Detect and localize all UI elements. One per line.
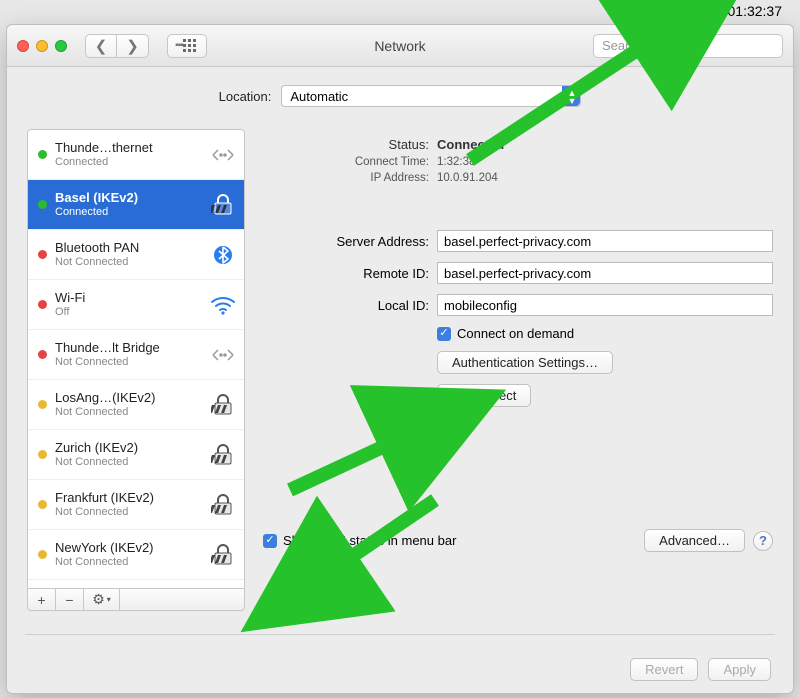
status-dot-icon [38,250,47,259]
chevron-right-icon: ❯ [126,37,139,55]
lock-icon [210,444,236,466]
lock-icon [210,394,236,416]
lock-icon [210,494,236,516]
ip-address-value: 10.0.91.204 [437,172,498,184]
help-button[interactable]: ? [753,531,773,551]
wifi-icon [210,294,236,316]
status-dot-icon [38,150,47,159]
status-dot-icon [38,200,47,209]
vpn-timer: 01:32:37 [728,3,783,19]
disconnect-button[interactable]: Disconnect [437,384,531,407]
interface-name: Thunde…thernet [55,140,202,156]
server-address-input[interactable] [437,230,773,252]
interface-status: Connected [55,156,202,170]
status-value: Connected [437,137,504,152]
sidebar-item[interactable]: Frankfurt (IKEv2)Not Connected [28,480,244,530]
connect-on-demand-label: Connect on demand [457,326,574,341]
status-dot-icon [38,550,47,559]
sidebar-item[interactable]: Thunde…lt BridgeNot Connected [28,330,244,380]
add-interface-button[interactable]: + [28,589,56,610]
chevron-left-icon: ❮ [95,37,108,55]
ip-address-label: IP Address: [259,172,429,184]
sidebar-item[interactable]: NewYork (IKEv2)Not Connected [28,530,244,580]
interfaces-sidebar: Thunde…thernetConnectedBasel (IKEv2)Conn… [27,129,245,589]
interface-status: Not Connected [55,556,202,570]
close-button[interactable] [17,40,29,52]
location-value: Automatic [290,89,348,104]
interface-status: Not Connected [55,356,202,370]
remote-id-label: Remote ID: [259,266,429,281]
interface-status: Not Connected [55,256,202,270]
location-select[interactable]: Automatic ▲▼ [281,85,581,107]
advanced-button[interactable]: Advanced… [644,529,745,552]
search-input[interactable]: Search [593,34,783,58]
sidebar-item[interactable]: Zurich (IKEv2)Not Connected [28,430,244,480]
sidebar-item[interactable]: Bluetooth PANNot Connected [28,230,244,280]
forward-button[interactable]: ❯ [117,34,149,58]
interface-name: Wi-Fi [55,290,202,306]
window-controls [17,40,67,52]
interface-status: Connected [55,206,202,220]
status-dot-icon [38,350,47,359]
detail-pane: Status: Connected Connect Time: 1:32:38 … [259,129,773,612]
lock-icon [210,194,236,216]
sidebar-footer: + − ⚙▾ [27,588,245,611]
chevron-down-icon: ▾ [107,595,111,604]
network-preferences-window: ❮ ❯ ▪▪▪ Network Search [6,24,794,694]
sidebar-item[interactable]: Thunde…thernetConnected [28,130,244,180]
interface-name: Zurich (IKEv2) [55,440,202,456]
interface-name: Thunde…lt Bridge [55,340,202,356]
show-vpn-menubar-checkbox[interactable]: ✓ [263,534,277,548]
revert-button[interactable]: Revert [630,658,698,681]
status-dot-icon [38,450,47,459]
show-all-button[interactable]: ▪▪▪ [167,34,207,58]
interface-name: LosAng…(IKEv2) [55,390,202,406]
interface-actions-button[interactable]: ⚙▾ [84,589,120,610]
grid-icon: ▪▪▪ [175,40,183,51]
sidebar-item[interactable]: LosAng…(IKEv2)Not Connected [28,380,244,430]
back-button[interactable]: ❮ [85,34,117,58]
interface-name: NewYork (IKEv2) [55,540,202,556]
interface-status: Off [55,306,202,320]
zoom-button[interactable] [55,40,67,52]
connect-on-demand-checkbox[interactable]: ✓ [437,327,451,341]
remote-id-input[interactable] [437,262,773,284]
gear-icon: ⚙ [92,591,105,608]
local-id-input[interactable] [437,294,773,316]
vpn-menubar-icon[interactable] [702,4,722,18]
minimize-button[interactable] [36,40,48,52]
remove-interface-button[interactable]: − [56,589,84,610]
authentication-settings-button[interactable]: Authentication Settings… [437,351,613,374]
interface-name: Frankfurt (IKEv2) [55,490,202,506]
interface-status: Not Connected [55,406,202,420]
apply-button[interactable]: Apply [708,658,771,681]
interface-status: Not Connected [55,456,202,470]
location-row: Location: Automatic ▲▼ [27,85,773,107]
ethernet-icon [210,344,236,366]
interface-name: Bluetooth PAN [55,240,202,256]
location-label: Location: [219,89,272,104]
connect-time-label: Connect Time: [259,156,429,168]
lock-icon [210,544,236,566]
local-id-label: Local ID: [259,298,429,313]
search-placeholder: Search [602,38,643,53]
status-dot-icon [38,400,47,409]
show-vpn-menubar-label: Show VPN status in menu bar [283,533,456,548]
status-dot-icon [38,300,47,309]
interface-name: Basel (IKEv2) [55,190,202,206]
server-address-label: Server Address: [259,234,429,249]
system-menubar: 01:32:37 [0,0,800,22]
status-label: Status: [259,137,429,152]
window-footer: Revert Apply [630,658,771,681]
status-dot-icon [38,500,47,509]
ethernet-icon [210,144,236,166]
sidebar-item[interactable]: Wi-FiOff [28,280,244,330]
interface-status: Not Connected [55,506,202,520]
sidebar-item[interactable]: Basel (IKEv2)Connected [28,180,244,230]
bluetooth-icon [210,244,236,266]
connect-time-value: 1:32:38 [437,156,475,168]
titlebar: ❮ ❯ ▪▪▪ Network Search [7,25,793,67]
